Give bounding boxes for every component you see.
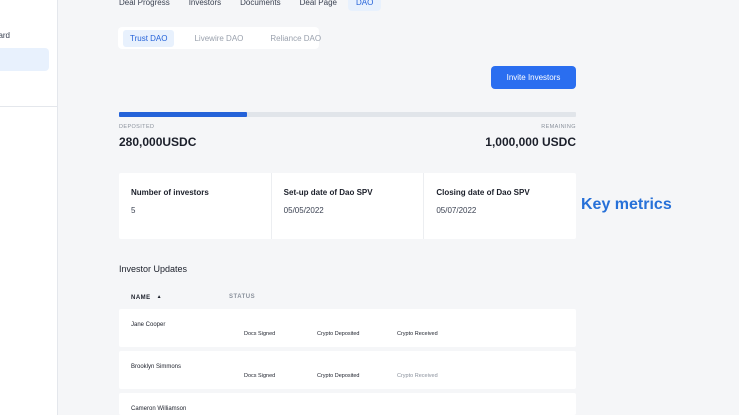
sidebar-item-active[interactable] (0, 48, 49, 71)
deposit-progress-fill (119, 112, 247, 117)
metric-value: 05/05/2022 (283, 206, 324, 215)
status-crypto-received: Crypto Received (397, 373, 438, 379)
table-row[interactable]: Jane Cooper Docs Signed Crypto Deposited… (119, 309, 576, 347)
tab-documents[interactable]: Documents (240, 0, 280, 11)
table-row[interactable]: Cameron Williamson (119, 393, 576, 415)
top-tabs: Deal Progress Investors Documents Deal P… (119, 0, 400, 11)
remaining-amount: 1,000,000 USDC (485, 135, 576, 149)
subtab-reliance-dao[interactable]: Reliance DAO (270, 34, 321, 43)
deposited-amount: 280,000USDC (119, 135, 197, 149)
column-header-status: STATUS (229, 294, 256, 300)
status-crypto-deposited: Crypto Deposited (317, 373, 360, 379)
status-crypto-deposited: Crypto Deposited (317, 331, 360, 337)
sidebar: ard (0, 0, 58, 415)
metric-closing-date: Closing date of Dao SPV 05/07/2022 (424, 173, 576, 239)
invite-investors-button[interactable]: Invite Investors (491, 66, 576, 89)
column-header-name[interactable]: NAME ▲ (131, 294, 162, 301)
column-header-name-label: NAME (131, 295, 151, 301)
tab-deal-page[interactable]: Deal Page (300, 0, 337, 11)
tab-dao[interactable]: DAO (347, 0, 382, 11)
investor-name: Jane Cooper (131, 322, 166, 328)
sidebar-divider (0, 106, 57, 107)
subtab-trust-dao[interactable]: Trust DAO (123, 29, 175, 47)
metric-label: Set-up date of Dao SPV (283, 188, 373, 197)
metric-setup-date: Set-up date of Dao SPV 05/05/2022 (272, 173, 425, 239)
tab-deal-progress[interactable]: Deal Progress (119, 0, 170, 11)
dao-subtabs: Trust DAO Livewire DAO Reliance DAO (118, 27, 321, 49)
status-docs-signed: Docs Signed (244, 373, 276, 379)
tab-investors[interactable]: Investors (189, 0, 221, 11)
investor-name: Brooklyn Simmons (131, 364, 182, 370)
metric-label: Closing date of Dao SPV (436, 188, 530, 197)
metric-value: 05/07/2022 (436, 206, 477, 215)
app-frame: ard Deal Progress Investors Documents De… (0, 0, 739, 415)
table-row[interactable]: Brooklyn Simmons Docs Signed Crypto Depo… (119, 351, 576, 389)
investor-updates-title: Investor Updates (119, 264, 188, 274)
status-crypto-received: Crypto Received (397, 331, 438, 337)
sidebar-item-dashboard[interactable]: ard (0, 31, 10, 40)
subtab-livewire-dao[interactable]: Livewire DAO (194, 34, 243, 43)
metric-label: Number of investors (131, 188, 209, 197)
investor-name: Cameron Williamson (131, 406, 187, 412)
remaining-label: REMAINING (541, 124, 576, 130)
key-metrics-card: Number of investors 5 Set-up date of Dao… (119, 173, 576, 239)
key-metrics-annotation: Key metrics (581, 196, 672, 213)
sort-ascending-icon[interactable]: ▲ (157, 294, 162, 300)
deposited-label: DEPOSITED (119, 124, 155, 130)
metric-value: 5 (131, 206, 136, 215)
metric-number-of-investors: Number of investors 5 (119, 173, 272, 239)
deposit-progress-bar (119, 112, 576, 117)
status-docs-signed: Docs Signed (244, 331, 276, 337)
